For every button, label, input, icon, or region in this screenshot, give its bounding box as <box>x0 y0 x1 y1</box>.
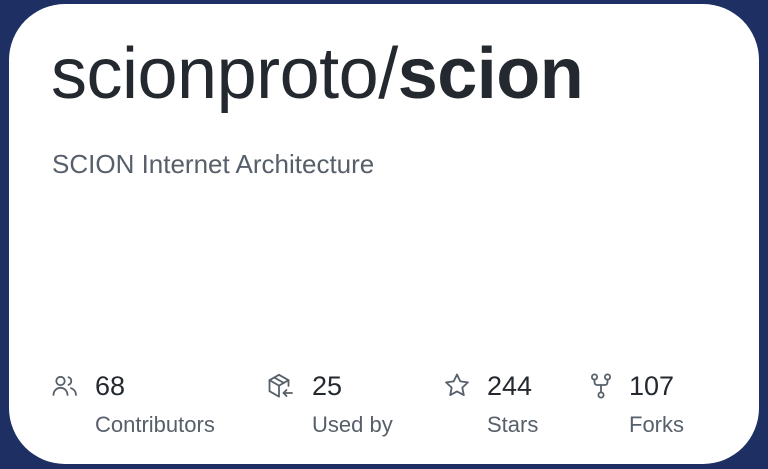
contributors-count: 68 <box>95 371 126 401</box>
stat-contributors[interactable]: 68 Contributors <box>51 366 251 450</box>
used-by-label: Used by <box>312 412 393 437</box>
package-dependents-icon <box>266 372 294 400</box>
stars-count: 244 <box>487 371 533 401</box>
repo-owner[interactable]: scionproto/ <box>51 34 398 114</box>
forks-count: 107 <box>629 371 675 401</box>
repo-title[interactable]: scionproto/scion <box>51 26 584 122</box>
repo-description: SCION Internet Architecture <box>52 149 375 179</box>
stat-forks[interactable]: 107 Forks <box>587 366 717 450</box>
repository-card: scionproto/scion SCION Internet Architec… <box>9 4 759 464</box>
used-by-count: 25 <box>312 371 343 401</box>
stars-label: Stars <box>487 412 539 437</box>
repo-forked-icon <box>587 372 615 400</box>
people-icon <box>51 372 79 400</box>
contributors-label: Contributors <box>95 412 215 437</box>
stat-stars[interactable]: 244 Stars <box>443 366 563 450</box>
stat-used-by[interactable]: 25 Used by <box>266 366 426 450</box>
repo-name[interactable]: scion <box>398 34 584 114</box>
forks-label: Forks <box>629 412 684 437</box>
star-icon <box>443 372 471 400</box>
